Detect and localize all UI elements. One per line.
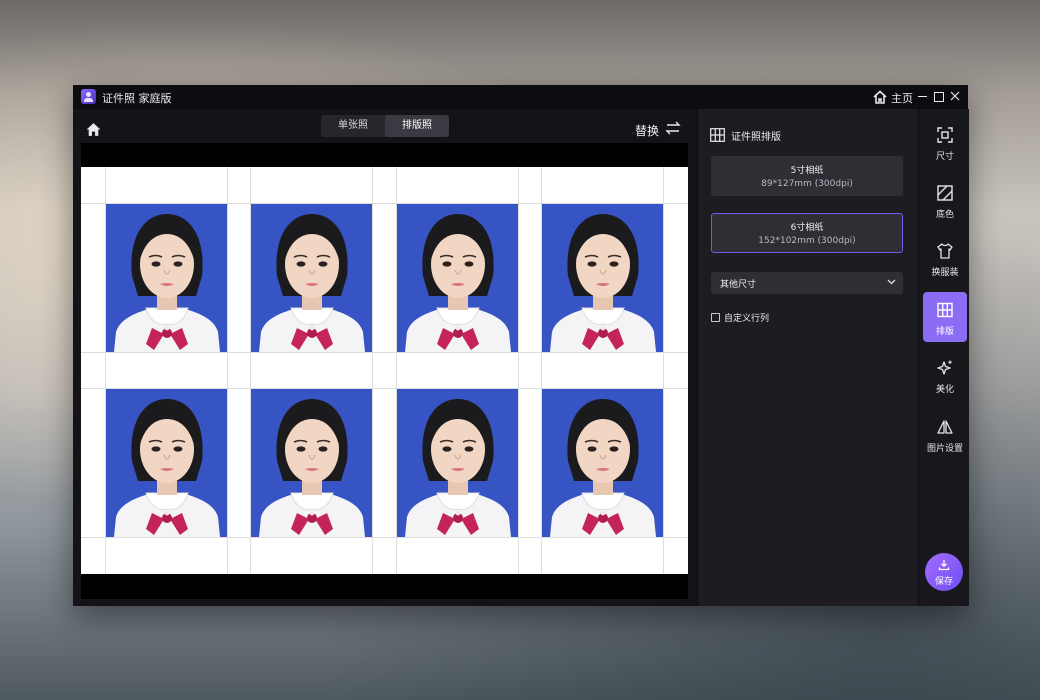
cut-line [663, 167, 664, 574]
layout-panel: 证件照排版 5寸相纸 89*127mm (300dpi) 6寸相纸 152*10… [697, 109, 918, 606]
rail-item-beautify[interactable]: 美化 [923, 350, 967, 400]
title-bar: 证件照 家庭版 主页 [73, 85, 968, 109]
cut-line [372, 167, 373, 574]
id-photo [542, 204, 663, 352]
rail-item-background[interactable]: 底色 [923, 175, 967, 225]
app-logo-icon [81, 89, 96, 104]
id-photo [251, 204, 372, 352]
close-icon[interactable] [949, 90, 961, 102]
mirror-icon [937, 420, 953, 434]
home-icon[interactable] [872, 89, 888, 105]
paper-option-name: 5寸相纸 [790, 166, 824, 176]
maximize-button[interactable] [934, 92, 944, 102]
id-photo [106, 389, 227, 537]
dropdown-label: 其他尺寸 [720, 280, 757, 290]
background-color-icon [937, 185, 953, 201]
shirt-icon [937, 243, 953, 259]
rail-item-label: 底色 [935, 210, 954, 220]
toolbar-home-icon[interactable] [85, 121, 102, 138]
paper-option-size: 89*127mm (300dpi) [761, 179, 853, 189]
paper-option-size: 152*102mm (300dpi) [758, 236, 856, 246]
mode-switch: 单张照 排版照 [321, 115, 449, 137]
paper-option-name: 6寸相纸 [790, 223, 824, 233]
swap-icon[interactable] [665, 120, 681, 136]
id-photo [251, 389, 372, 537]
tab-single-photo[interactable]: 单张照 [321, 115, 385, 137]
save-button[interactable]: 保存 [925, 553, 963, 591]
rail-item-label: 换服装 [931, 268, 959, 278]
cut-line [518, 167, 519, 574]
rail-item-clothes[interactable]: 换服装 [923, 233, 967, 283]
app-title: 证件照 家庭版 [102, 92, 172, 105]
id-photo [397, 204, 518, 352]
grid-icon [710, 128, 725, 142]
id-photo [106, 204, 227, 352]
rail-item-label: 排版 [935, 327, 954, 337]
custom-rows-checkbox[interactable] [711, 313, 720, 322]
id-photo [542, 389, 663, 537]
layout-grid-icon [937, 302, 953, 318]
minimize-button[interactable] [918, 96, 927, 97]
replace-button[interactable]: 替换 [635, 122, 659, 139]
tool-rail: 尺寸 底色 换服装 排版 美化 图片设置 保存 [918, 109, 969, 606]
rail-item-label: 美化 [935, 385, 954, 395]
tab-layout-photo[interactable]: 排版照 [385, 115, 449, 137]
paper-option-6inch[interactable]: 6寸相纸 152*102mm (300dpi) [711, 213, 903, 253]
photo-paper [81, 167, 688, 574]
cut-line [227, 167, 228, 574]
rail-item-label: 图片设置 [926, 444, 963, 454]
chevron-down-icon [887, 279, 896, 285]
download-icon [938, 560, 950, 571]
crop-frame-icon [937, 127, 953, 143]
rail-item-size[interactable]: 尺寸 [923, 117, 967, 167]
rail-item-label: 尺寸 [935, 152, 954, 162]
preview-stage [81, 143, 688, 599]
rail-item-image-settings[interactable]: 图片设置 [923, 409, 967, 459]
save-label: 保存 [934, 577, 953, 587]
id-photo [397, 389, 518, 537]
home-link[interactable]: 主页 [891, 90, 913, 106]
other-size-dropdown[interactable]: 其他尺寸 [711, 272, 903, 294]
custom-rows-label[interactable]: 自定义行列 [724, 311, 769, 324]
cut-line [81, 537, 688, 538]
paper-option-5inch[interactable]: 5寸相纸 89*127mm (300dpi) [711, 156, 903, 196]
app-window: 证件照 家庭版 主页 单张照 排版照 替换 证件照排版 5寸相纸 89*127m… [73, 85, 969, 606]
cut-line [81, 352, 688, 353]
rail-item-layout[interactable]: 排版 [923, 292, 967, 342]
panel-title: 证件照排版 [731, 132, 781, 143]
sparkle-icon [937, 360, 952, 375]
